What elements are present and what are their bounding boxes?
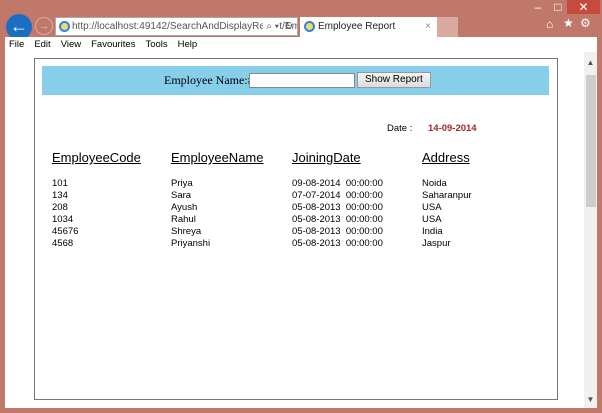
menu-view[interactable]: View xyxy=(61,39,81,50)
maximize-button[interactable]: □ xyxy=(549,0,567,14)
ie-icon xyxy=(304,21,315,32)
table-cell: 05-08-2013 00:00:00 xyxy=(292,214,383,225)
table-cell: 1034 xyxy=(52,214,74,225)
table-cell: India xyxy=(422,226,443,237)
menu-edit[interactable]: Edit xyxy=(34,39,50,50)
column-header: EmployeeName xyxy=(171,150,264,165)
new-tab-button[interactable] xyxy=(437,17,458,37)
menu-help[interactable]: Help xyxy=(178,39,198,50)
table-cell: 09-08-2014 00:00:00 xyxy=(292,178,383,189)
employee-name-input[interactable] xyxy=(249,73,355,88)
minimize-button[interactable]: – xyxy=(527,0,549,14)
table-cell: Jaspur xyxy=(422,238,451,249)
home-icon[interactable]: ⌂ xyxy=(546,17,553,31)
column-header: Address xyxy=(422,150,470,165)
column-header: JoiningDate xyxy=(292,150,361,165)
table-cell: Priya xyxy=(171,178,193,189)
tab-employee-report[interactable]: Employee Report × xyxy=(300,17,437,37)
refresh-icon[interactable]: ↻ xyxy=(285,18,293,35)
table-cell: Sara xyxy=(171,190,192,201)
table-cell: 05-08-2013 00:00:00 xyxy=(292,238,383,249)
show-report-button[interactable]: Show Report xyxy=(357,72,431,88)
menu-bar: File Edit View Favourites Tools Help xyxy=(5,37,597,52)
table-cell: Noida xyxy=(422,178,447,189)
table-cell: Rahul xyxy=(171,214,196,225)
menu-tools[interactable]: Tools xyxy=(145,39,167,50)
table-cell: Ayush xyxy=(171,202,198,213)
table-cell: 101 xyxy=(52,178,68,189)
close-tab-icon[interactable]: × xyxy=(425,17,431,37)
table-cell: 05-08-2013 00:00:00 xyxy=(292,226,383,237)
date-value: 14-09-2014 xyxy=(428,123,477,134)
table-cell: 07-07-2014 00:00:00 xyxy=(292,190,383,201)
table-cell: 45676 xyxy=(52,226,79,237)
settings-gear-icon[interactable]: ⚙ xyxy=(580,16,591,30)
table-cell: 208 xyxy=(52,202,68,213)
menu-favourites[interactable]: Favourites xyxy=(91,39,135,50)
scrollbar-thumb[interactable] xyxy=(586,75,596,207)
table-cell: 05-08-2013 00:00:00 xyxy=(292,202,383,213)
ie-icon xyxy=(59,21,70,32)
date-label: Date : xyxy=(387,123,413,134)
search-bar: Employee Name:# Show Report xyxy=(42,66,549,95)
table-cell: USA xyxy=(422,214,442,225)
table-cell: Priyanshi xyxy=(171,238,211,249)
table-cell: 4568 xyxy=(52,238,74,249)
forward-button[interactable]: → xyxy=(35,17,53,35)
table-cell: Shreya xyxy=(171,226,202,237)
address-bar[interactable]: http://localhost:49142/SearchAndDisplayR… xyxy=(55,17,298,36)
favorites-star-icon[interactable]: ★ xyxy=(563,16,574,30)
table-cell: 134 xyxy=(52,190,68,201)
search-icon[interactable]: ⌕ ▾ xyxy=(263,18,279,35)
employee-name-label: Employee Name:# xyxy=(164,73,254,87)
table-cell: Saharanpur xyxy=(422,190,472,201)
menu-file[interactable]: File xyxy=(9,39,24,50)
table-cell: USA xyxy=(422,202,442,213)
tab-title: Employee Report xyxy=(318,21,396,32)
close-button[interactable]: ✕ xyxy=(567,0,600,14)
column-header: EmployeeCode xyxy=(52,150,141,165)
